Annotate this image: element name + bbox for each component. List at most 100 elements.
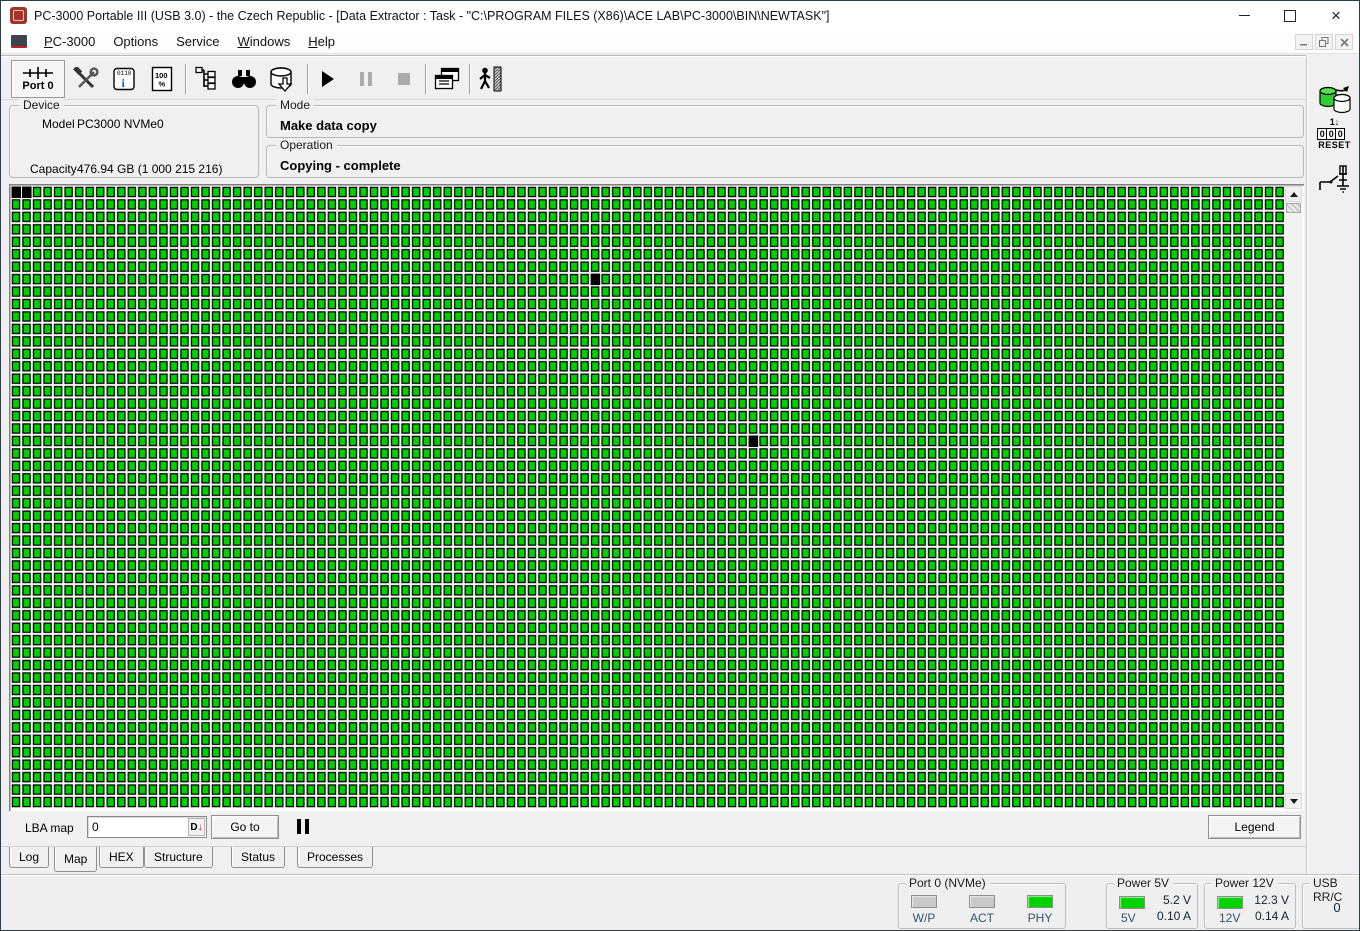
statistics-button[interactable]: 100 % xyxy=(143,60,181,98)
database-arrow-icon xyxy=(267,66,297,92)
power-5v-label: Power 5V xyxy=(1113,876,1173,890)
port-connector-icon xyxy=(21,66,55,80)
tab-log[interactable]: Log xyxy=(9,847,49,868)
app-icon xyxy=(10,7,27,24)
usb-counter-group: USB RR/C 0 xyxy=(1302,883,1360,929)
start-button[interactable] xyxy=(309,60,347,98)
status-bar: Port 0 (NVMe) W/PACTPHY Power 5V 5V 5.2 … xyxy=(1,875,1360,931)
mdi-document-icon[interactable] xyxy=(11,35,27,48)
led-icon xyxy=(911,895,937,908)
legend-button[interactable]: Legend xyxy=(1208,815,1301,839)
mdi-restore-icon[interactable] xyxy=(1315,34,1333,50)
menu-bar: PC-3000OptionsServiceWindowsHelp xyxy=(1,30,1359,54)
port-0-label: Port 0 xyxy=(22,81,53,92)
exit-icon xyxy=(477,66,503,92)
reset-counter-button[interactable]: 1↓ 000 RESET xyxy=(1307,118,1360,150)
right-tool-panel: 1↓ 000 RESET xyxy=(1306,56,1360,876)
lba-dropdown-button[interactable]: D↓ xyxy=(188,818,205,836)
led-icon xyxy=(1027,895,1053,908)
operation-value: Copying - complete xyxy=(280,158,401,173)
main-toolbar: Port 0 0110 i 100 % xyxy=(1,56,1306,100)
map-scrollbar[interactable] xyxy=(1285,186,1302,809)
goto-button[interactable]: Go to xyxy=(211,815,279,839)
lba-value: 0 xyxy=(88,820,188,834)
pause-button[interactable] xyxy=(347,60,385,98)
menu-item-service[interactable]: Service xyxy=(167,31,228,52)
copy-data-button[interactable] xyxy=(1307,82,1360,116)
sector-map-grid[interactable] xyxy=(11,186,1285,814)
mode-group-label: Mode xyxy=(276,98,314,112)
data-export-button[interactable] xyxy=(263,60,301,98)
sector-map-panel[interactable] xyxy=(9,184,1304,811)
power-5v-led-icon xyxy=(1119,896,1145,909)
mdi-minimize-icon[interactable] xyxy=(1295,34,1313,50)
windows-cascade-button[interactable] xyxy=(428,60,466,98)
scroll-down-icon[interactable] xyxy=(1285,793,1302,809)
stop-icon xyxy=(397,72,411,86)
led-label: ACT xyxy=(970,911,994,925)
power-5v-group: Power 5V 5V 5.2 V 0.10 A xyxy=(1106,883,1198,929)
mode-group: Mode Make data copy xyxy=(266,105,1304,138)
capacity-value: 476.94 GB (1 000 215 216) xyxy=(77,162,222,176)
app-window: PC-3000 Portable III (USB 3.0) - the Cze… xyxy=(0,0,1360,931)
pause-indicator-icon xyxy=(297,819,309,834)
power-12v-group: Power 12V 12V 12.3 V 0.14 A xyxy=(1204,883,1296,929)
device-group: Device Model PC3000 NVMe0 Capacity 476.9… xyxy=(9,105,259,178)
tools-button[interactable] xyxy=(67,60,105,98)
exit-button[interactable] xyxy=(471,60,509,98)
minimize-icon[interactable] xyxy=(1221,1,1267,30)
percent-doc-icon: 100 % xyxy=(150,66,174,92)
power-12v-led-icon xyxy=(1217,896,1243,909)
menu-item-options[interactable]: Options xyxy=(104,31,167,52)
svg-text:%: % xyxy=(159,80,166,89)
maximize-icon[interactable] xyxy=(1267,1,1313,30)
port-0-button[interactable]: Port 0 xyxy=(11,60,65,98)
power-5v-led-label: 5V xyxy=(1121,911,1136,925)
play-icon xyxy=(320,70,336,88)
capacity-label: Capacity xyxy=(30,162,77,176)
tab-structure[interactable]: Structure xyxy=(144,847,213,868)
find-button[interactable] xyxy=(225,60,263,98)
mdi-close-icon[interactable] xyxy=(1335,34,1353,50)
window-controls: × xyxy=(1221,1,1359,30)
device-group-label: Device xyxy=(19,98,64,112)
model-value: PC3000 NVMe0 xyxy=(77,117,164,131)
power-12v-label: Power 12V xyxy=(1211,876,1278,890)
binoculars-icon xyxy=(230,68,258,90)
power-12v-led-label: 12V xyxy=(1219,911,1240,925)
port-led-act: ACT xyxy=(969,895,995,925)
menu-items: PC-3000OptionsServiceWindowsHelp xyxy=(35,31,344,52)
red-down-arrow-icon: ↓ xyxy=(198,822,203,833)
close-icon[interactable]: × xyxy=(1313,1,1359,30)
stop-button[interactable] xyxy=(385,60,423,98)
title-bar: PC-3000 Portable III (USB 3.0) - the Cze… xyxy=(1,1,1359,30)
mdi-window-controls xyxy=(1295,34,1353,50)
menu-item-help[interactable]: Help xyxy=(299,31,344,52)
cascade-windows-icon xyxy=(433,67,461,91)
led-icon xyxy=(969,895,995,908)
log-button[interactable]: 0110 i xyxy=(105,60,143,98)
lba-map-label: LBA map xyxy=(25,821,74,835)
port-status-label: Port 0 (NVMe) xyxy=(905,876,990,890)
toolbar-separator xyxy=(425,64,427,94)
legend-button-label: Legend xyxy=(1234,820,1274,834)
tab-hex[interactable]: HEX xyxy=(99,847,144,868)
scrollbar-thumb[interactable] xyxy=(1286,203,1301,213)
scroll-up-icon[interactable] xyxy=(1285,186,1302,202)
window-title: PC-3000 Portable III (USB 3.0) - the Cze… xyxy=(34,9,829,23)
tab-status[interactable]: Status xyxy=(231,847,285,868)
power-12v-current: 0.14 A xyxy=(1255,909,1289,923)
power-5v-current: 0.10 A xyxy=(1157,909,1191,923)
model-label: Model xyxy=(42,117,75,131)
mode-value: Make data copy xyxy=(280,118,377,133)
menu-item-windows[interactable]: Windows xyxy=(228,31,299,52)
menu-item-pc-3000[interactable]: PC-3000 xyxy=(35,31,104,52)
tab-processes[interactable]: Processes xyxy=(297,847,373,868)
power-switch-button[interactable] xyxy=(1307,162,1360,196)
tab-map[interactable]: Map xyxy=(54,847,97,872)
structure-button[interactable] xyxy=(187,60,225,98)
copy-data-icon xyxy=(1316,82,1354,116)
led-label: W/P xyxy=(913,911,936,925)
lba-dropdown-label: D xyxy=(190,822,197,833)
lba-input[interactable]: 0 D↓ xyxy=(87,816,207,838)
